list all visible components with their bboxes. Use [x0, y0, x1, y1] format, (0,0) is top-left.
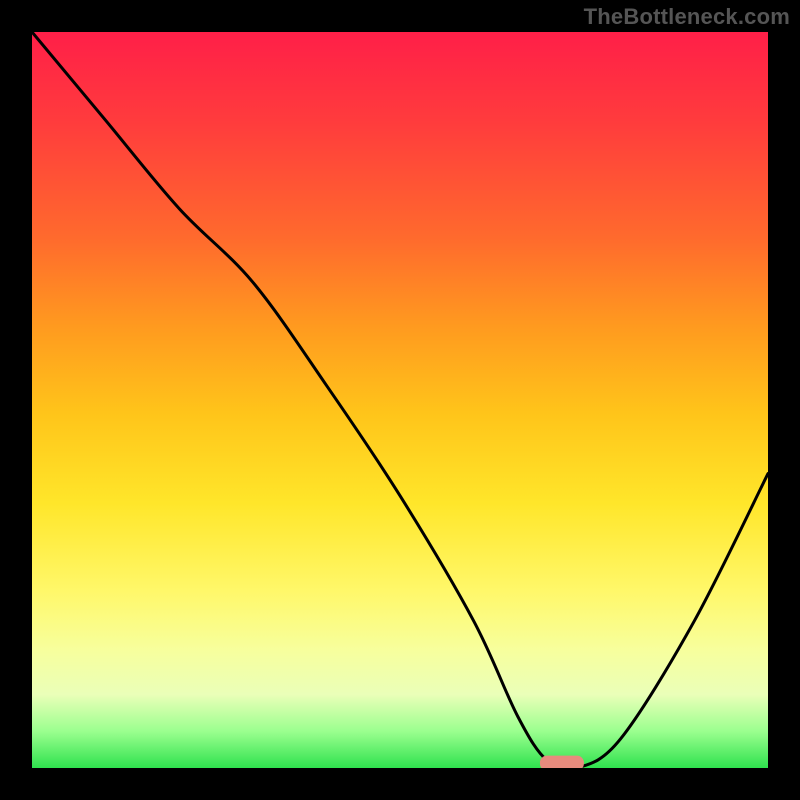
plot-area: [32, 32, 768, 768]
bottleneck-curve: [32, 32, 768, 768]
curve-path: [32, 32, 768, 768]
watermark-text: TheBottleneck.com: [584, 4, 790, 30]
optimal-marker: [540, 755, 584, 768]
chart-container: TheBottleneck.com: [0, 0, 800, 800]
